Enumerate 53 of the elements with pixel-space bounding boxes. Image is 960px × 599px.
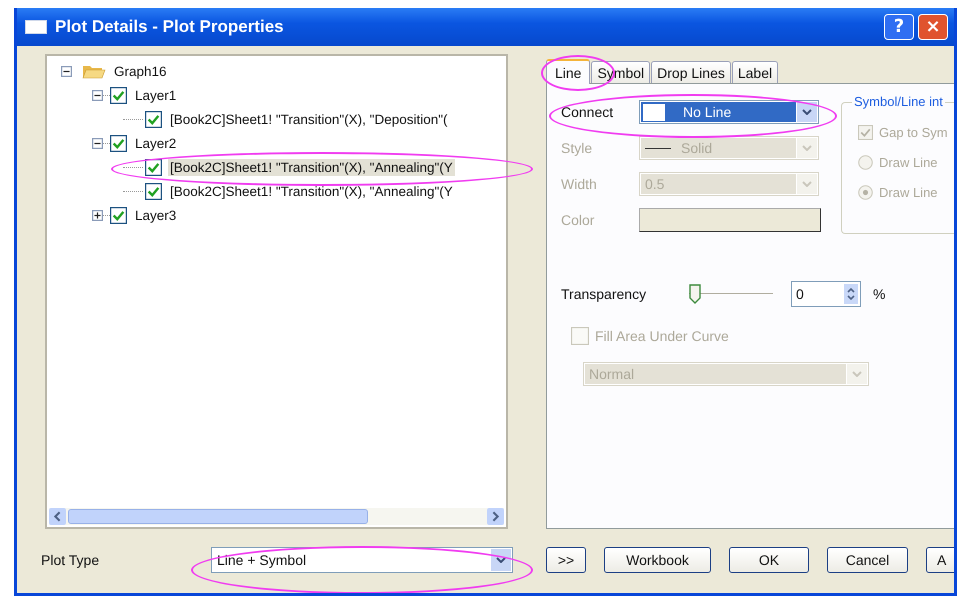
caret-icon — [802, 145, 812, 151]
tree-item[interactable]: [Book2C]Sheet1! "Transition"(X), "Deposition"( — [168, 110, 450, 128]
group-title: Symbol/Line int — [852, 94, 945, 109]
checkbox[interactable] — [110, 134, 127, 152]
tree-item[interactable]: Layer3 — [133, 206, 178, 224]
tab[interactable]: Drop Lines — [651, 61, 731, 83]
plot-type-label: Plot Type — [41, 552, 100, 568]
transparency-label: Transparency — [561, 286, 648, 302]
window-icon — [25, 20, 47, 34]
caret-icon — [802, 109, 812, 115]
horizontal-scrollbar[interactable] — [49, 508, 504, 525]
collapse-icon[interactable] — [92, 138, 103, 148]
dialog-button[interactable]: >> — [546, 547, 586, 573]
fill-label: Fill Area Under Curve — [595, 328, 729, 344]
tree-item[interactable]: [Book2C]Sheet1! "Transition"(X), "Annealing"(Y — [168, 158, 455, 176]
tree-item[interactable]: Layer2 — [133, 134, 178, 152]
tab[interactable]: Line — [546, 59, 590, 84]
tab[interactable]: Label — [732, 61, 778, 83]
caret-icon — [802, 181, 812, 187]
caret-icon — [496, 557, 506, 563]
collapse-icon[interactable] — [92, 90, 103, 100]
dialog-button[interactable]: A — [926, 547, 954, 573]
checkbox[interactable] — [110, 206, 127, 224]
field-label: Connect — [561, 104, 614, 120]
window-title: Plot Details - Plot Properties — [55, 17, 285, 37]
option-label: Gap to Sym — [879, 124, 948, 140]
percent-unit: % — [873, 286, 886, 302]
field-label: Color — [561, 212, 596, 228]
folder-icon — [82, 63, 106, 79]
option-label: Draw Line — [879, 154, 938, 170]
checkbox[interactable] — [145, 182, 162, 200]
dropdown[interactable]: No Line — [639, 100, 819, 124]
option-label: Draw Line — [879, 184, 938, 200]
expand-icon[interactable] — [92, 210, 103, 220]
caret-icon — [852, 371, 862, 377]
tree-item[interactable]: [Book2C]Sheet1! "Transition"(X), "Annealing"(Y — [168, 182, 455, 200]
field-label: Width — [561, 176, 598, 192]
plot-type-dropdown[interactable]: Line + Symbol — [211, 547, 513, 573]
dialog-button[interactable]: Workbook — [604, 547, 711, 573]
dialog-button[interactable]: OK — [729, 547, 809, 573]
checkbox[interactable] — [145, 158, 162, 176]
slider-thumb[interactable] — [689, 284, 701, 304]
checkbox[interactable] — [145, 110, 162, 128]
spin-arrows-icon[interactable] — [844, 284, 858, 304]
spin-field[interactable]: 0 — [791, 281, 861, 307]
tree-item[interactable]: Layer1 — [133, 86, 178, 104]
collapse-icon[interactable] — [61, 66, 72, 76]
help-button[interactable]: ? — [884, 14, 914, 40]
field-label: Style — [561, 140, 594, 156]
tree-item[interactable]: Graph16 — [112, 62, 169, 80]
close-button[interactable]: × — [918, 14, 948, 40]
checkbox[interactable] — [110, 86, 127, 104]
dialog-button[interactable]: Cancel — [827, 547, 908, 573]
